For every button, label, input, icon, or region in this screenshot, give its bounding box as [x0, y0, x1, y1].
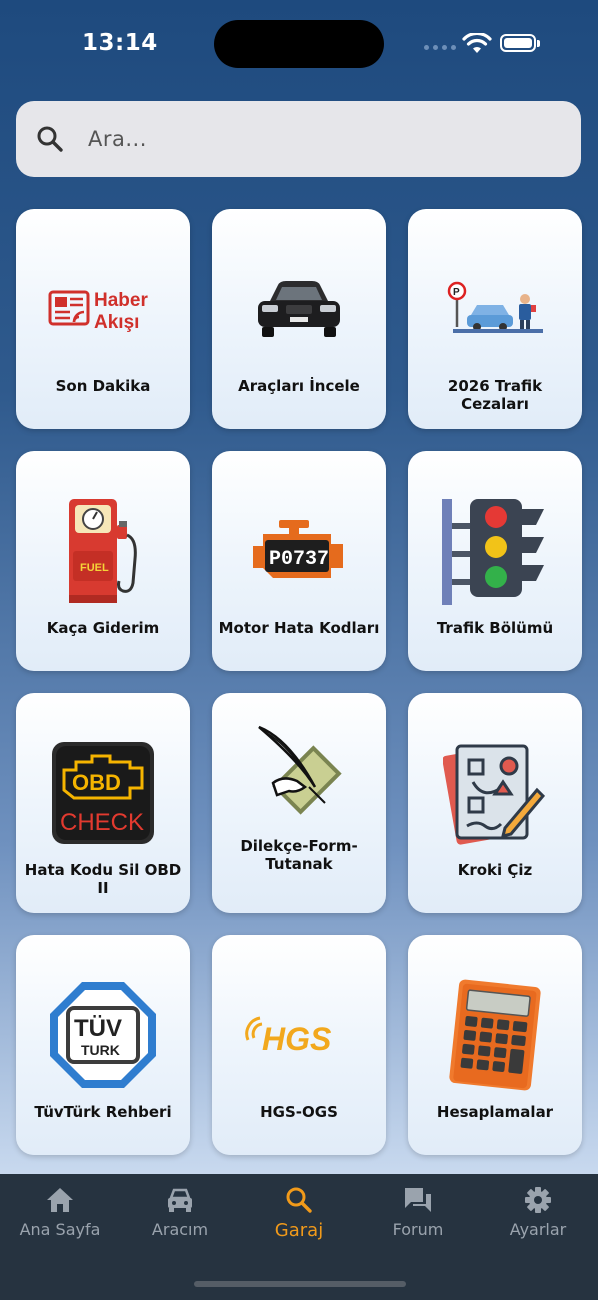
svg-text:Akışı: Akışı [94, 312, 139, 333]
card-label: 2026 Trafik Cezaları [447, 377, 543, 413]
tab-label: Ayarlar [509, 1220, 567, 1239]
svg-text:TÜV: TÜV [74, 1015, 122, 1042]
tab-label: Ana Sayfa [19, 1220, 101, 1239]
tab-label: Forum [392, 1220, 444, 1239]
card-label: Kroki Çiz [457, 861, 533, 879]
card-label: Hata Kodu Sil OBD II [24, 861, 182, 897]
svg-text:TURK: TURK [81, 1042, 120, 1058]
hgs-icon: HGS [212, 965, 386, 1105]
quill-document-icon [212, 711, 386, 831]
card-label: Son Dakika [55, 377, 151, 395]
card-hata-kodu-sil[interactable]: OBD CHECK Hata Kodu Sil OBD II [16, 693, 190, 913]
news-feed-icon: Haber Akışı [16, 239, 190, 379]
tuvturk-icon: TÜV TURK [16, 965, 190, 1105]
tab-aracim[interactable]: Aracım [120, 1174, 240, 1264]
svg-text:P0737: P0737 [269, 548, 329, 571]
svg-text:Haber: Haber [94, 290, 148, 311]
svg-text:HGS: HGS [262, 1021, 332, 1057]
obd-check-icon: OBD CHECK [16, 723, 190, 863]
calculator-icon [408, 965, 582, 1105]
engine-code-icon: P0737 [212, 481, 386, 621]
car-icon [168, 1188, 192, 1212]
battery-icon [500, 34, 540, 52]
card-hesaplamalar[interactable]: Hesaplamalar [408, 935, 582, 1155]
search-icon [286, 1187, 312, 1213]
wifi-icon [462, 33, 492, 53]
search-input[interactable]: Ara... [88, 127, 147, 151]
svg-text:FUEL: FUEL [80, 562, 109, 574]
gear-icon [525, 1187, 551, 1213]
dynamic-island [214, 20, 384, 68]
fuel-pump-icon: FUEL [16, 481, 190, 621]
status-bar: 13:14 [0, 0, 598, 90]
search-bar[interactable]: Ara... [16, 101, 581, 177]
svg-text:P: P [453, 287, 460, 298]
home-indicator [194, 1281, 406, 1287]
card-label: TüvTürk Rehberi [34, 1103, 172, 1121]
tab-ayarlar[interactable]: Ayarlar [478, 1174, 598, 1264]
svg-text:CHECK: CHECK [60, 809, 144, 836]
card-kaca-giderim[interactable]: FUEL Kaça Giderim [16, 451, 190, 671]
card-trafik-bolumu[interactable]: Trafik Bölümü [408, 451, 582, 671]
card-dilekce-form-tutanak[interactable]: Dilekçe-Form-Tutanak [212, 693, 386, 913]
tab-label: Aracım [151, 1220, 209, 1239]
card-label: Kaça Giderim [46, 619, 160, 637]
cellular-signal-icon [424, 45, 456, 50]
card-motor-hata-kodlari[interactable]: P0737 Motor Hata Kodları [212, 451, 386, 671]
search-icon [37, 126, 63, 152]
car-icon [212, 239, 386, 379]
card-tuvturk-rehberi[interactable]: TÜV TURK TüvTürk Rehberi [16, 935, 190, 1155]
forum-icon [405, 1188, 431, 1212]
card-label: Trafik Bölümü [436, 619, 554, 637]
card-araclari-incele[interactable]: Araçları İncele [212, 209, 386, 429]
card-label: Motor Hata Kodları [218, 619, 380, 637]
card-son-dakika[interactable]: Haber Akışı Son Dakika [16, 209, 190, 429]
card-trafik-cezalari[interactable]: P 2026 Trafik Cezaları [408, 209, 582, 429]
card-hgs-ogs[interactable]: HGS HGS-OGS [212, 935, 386, 1155]
tab-garaj[interactable]: Garaj [239, 1174, 359, 1264]
traffic-light-icon [408, 481, 582, 621]
card-label: Hesaplamalar [436, 1103, 554, 1121]
home-icon [47, 1188, 73, 1212]
svg-text:OBD: OBD [72, 770, 121, 795]
tab-ana-sayfa[interactable]: Ana Sayfa [0, 1174, 120, 1264]
card-label: Araçları İncele [238, 377, 360, 395]
card-kroki-ciz[interactable]: Kroki Çiz [408, 693, 582, 913]
tab-label: Garaj [274, 1220, 324, 1241]
sketch-document-icon [408, 723, 582, 863]
status-time: 13:14 [82, 30, 158, 56]
card-label: HGS-OGS [260, 1103, 338, 1121]
tab-forum[interactable]: Forum [358, 1174, 478, 1264]
card-label: Dilekçe-Form-Tutanak [240, 837, 358, 873]
traffic-fine-icon: P [408, 239, 582, 379]
